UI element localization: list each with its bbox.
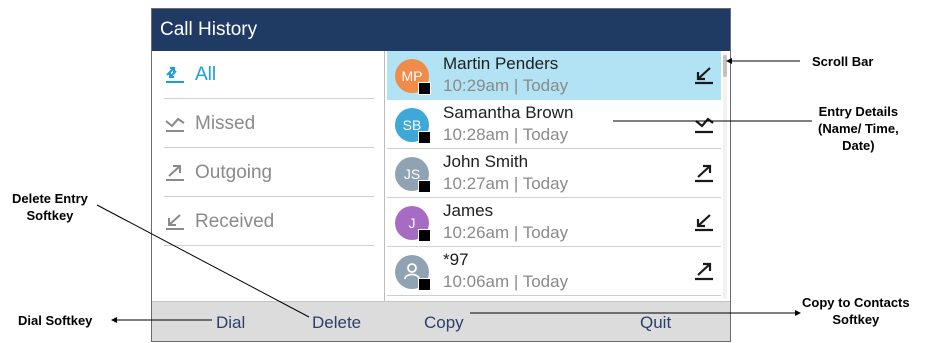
callout-text: Date): [842, 138, 875, 153]
callout-text: Delete Entry: [12, 191, 88, 206]
callout-text: Softkey: [832, 312, 880, 327]
callout-text: Dial Softkey: [18, 313, 93, 328]
dial-softkey-callout: Dial Softkey: [18, 312, 92, 329]
callout-lines: [96, 58, 812, 323]
delete-entry-leader: [96, 204, 310, 318]
copy-to-contacts-callout: Copy to Contacts Softkey: [802, 294, 910, 328]
callout-text: Copy to Contacts: [802, 295, 910, 310]
callout-text: Softkey: [26, 208, 74, 223]
scroll-bar-callout: Scroll Bar: [812, 53, 873, 70]
callout-text: Scroll Bar: [812, 54, 874, 69]
delete-entry-callout: Delete Entry Softkey: [12, 190, 88, 224]
callout-text: Entry Details: [818, 104, 899, 119]
entry-details-callout: Entry Details (Name/ Time, Date): [818, 103, 899, 154]
callout-text: (Name/ Time,: [818, 121, 899, 136]
